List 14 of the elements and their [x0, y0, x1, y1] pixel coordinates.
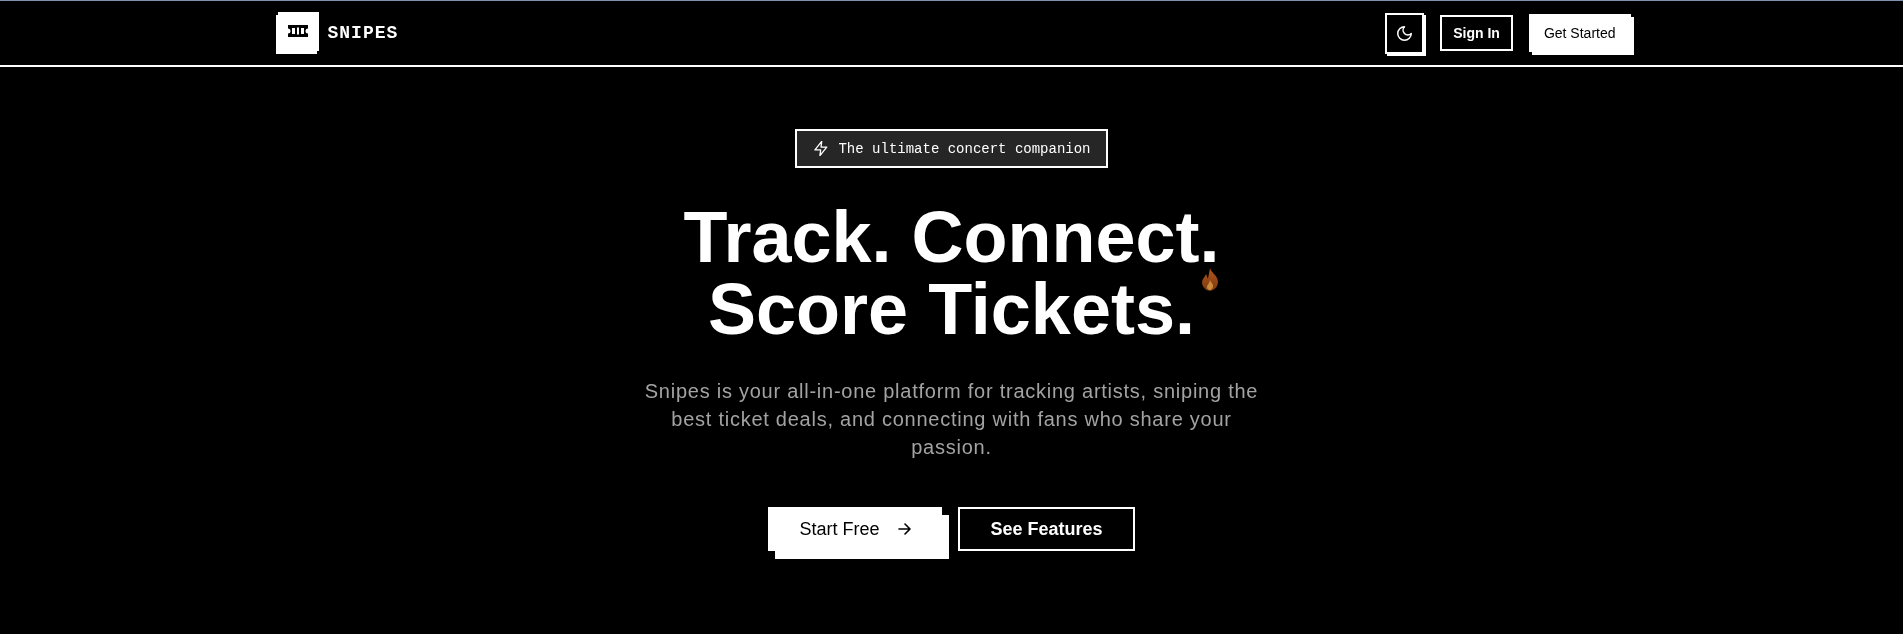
get-started-button[interactable]: Get Started [1528, 14, 1631, 52]
arrow-right-icon [898, 523, 912, 535]
lightning-icon [814, 141, 829, 156]
hero-description: Snipes is your all-in-one platform for tracking artists, sniping the best ticket deals, and connecting with fans who share your passion. [643, 379, 1260, 460]
tagline-text: The ultimate concert companion [838, 140, 1091, 157]
see-features-button[interactable]: See Features [958, 507, 1135, 551]
sign-in-button[interactable]: Sign In [1440, 15, 1513, 51]
flame-icon [1201, 268, 1220, 291]
theme-toggle-button[interactable] [1385, 12, 1425, 54]
heading-line: Track. Connect. [683, 206, 1220, 268]
ticket-logo-icon [275, 12, 319, 54]
home-link[interactable]: SNIPES [275, 12, 399, 54]
moon-icon [1397, 25, 1413, 41]
heading-line: Score Tickets. [708, 278, 1195, 340]
